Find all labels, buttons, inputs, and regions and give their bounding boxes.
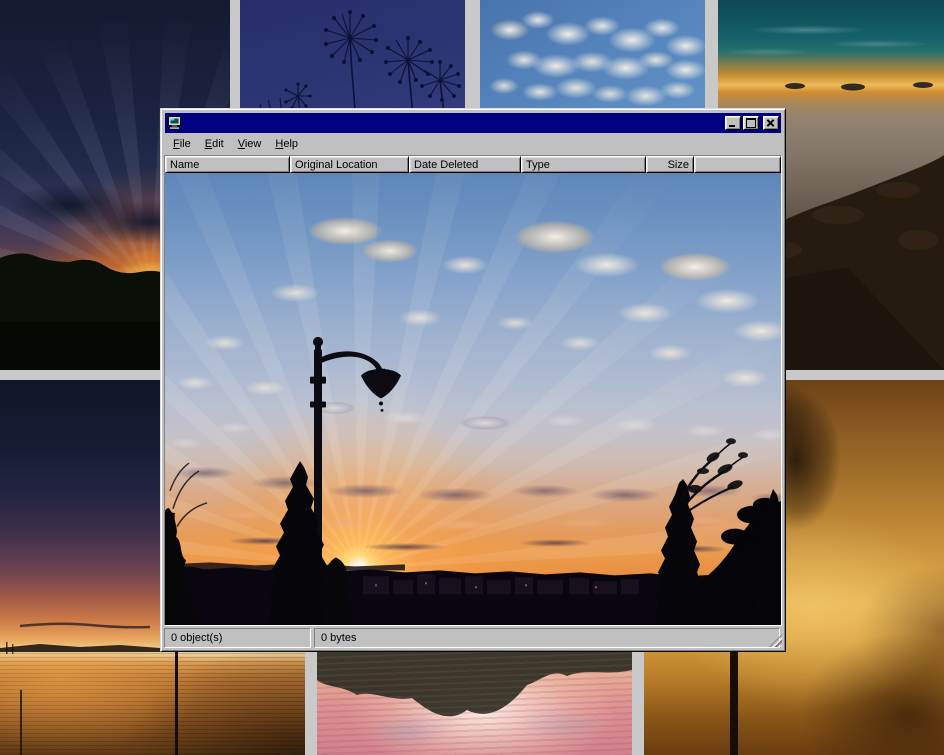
column-header-row: Name Original Location Date Deleted Type…	[165, 156, 781, 173]
close-button[interactable]	[763, 116, 779, 130]
file-list-view[interactable]: Name Original Location Date Deleted Type…	[164, 155, 782, 626]
statusbar: 0 object(s) 0 bytes	[164, 628, 782, 648]
recycle-bin-window: File Edit View Help Name Original Locati…	[160, 108, 786, 652]
column-header-date-deleted[interactable]: Date Deleted	[409, 156, 521, 173]
status-object-count: 0 object(s)	[164, 628, 311, 648]
menu-file[interactable]: File	[166, 136, 198, 152]
titlebar[interactable]	[165, 113, 781, 133]
column-header-original-location[interactable]: Original Location	[290, 156, 409, 173]
column-header-name[interactable]: Name	[165, 156, 290, 173]
column-header-empty[interactable]	[694, 156, 781, 173]
menu-view[interactable]: View	[231, 136, 269, 152]
menu-help[interactable]: Help	[268, 136, 305, 152]
status-size: 0 bytes	[314, 628, 780, 648]
menubar: File Edit View Help	[164, 133, 782, 155]
ripples	[317, 635, 632, 755]
maximize-button[interactable]	[743, 116, 759, 130]
computer-icon[interactable]	[167, 116, 183, 130]
cypress-tree-silhouette	[268, 461, 333, 625]
minimize-button[interactable]	[725, 116, 741, 130]
sunset-lamp-photo	[165, 173, 781, 625]
desktop: File Edit View Help Name Original Locati…	[0, 0, 944, 755]
menu-edit[interactable]: Edit	[198, 136, 231, 152]
column-header-size[interactable]: Size	[646, 156, 694, 173]
column-header-type[interactable]: Type	[521, 156, 646, 173]
photo-silhouettes	[165, 173, 781, 625]
